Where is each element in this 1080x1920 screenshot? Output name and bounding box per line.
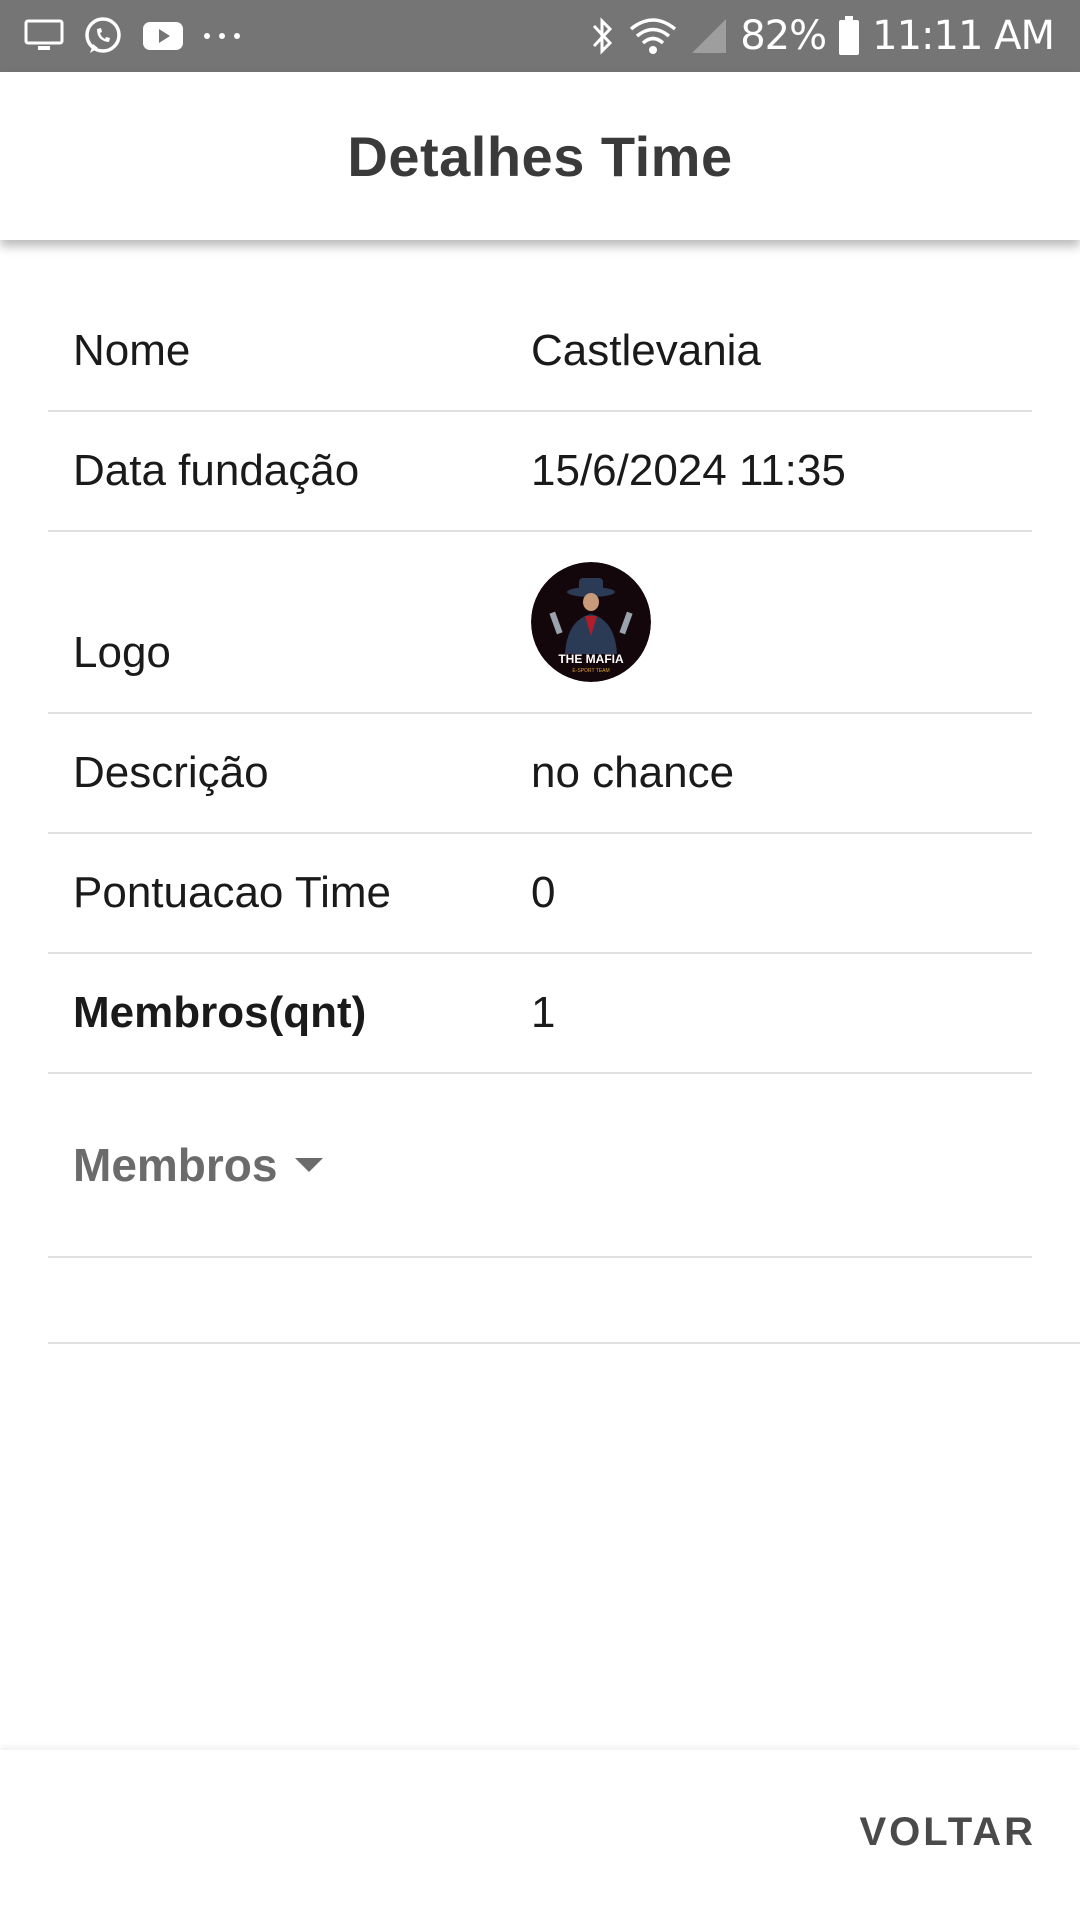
nome-label: Nome [73, 326, 191, 375]
pontuacao-label: Pontuacao Time [73, 868, 391, 917]
youtube-icon [142, 20, 184, 52]
page-title: Detalhes Time [347, 124, 733, 188]
more-dots-icon [202, 31, 242, 41]
wifi-icon [628, 15, 678, 57]
status-bar-left [24, 15, 260, 57]
back-button[interactable]: VOLTAR [860, 1810, 1037, 1855]
caret-down-icon [295, 1158, 324, 1172]
footer: VOLTAR [0, 1750, 1080, 1920]
signal-icon [690, 17, 728, 55]
detail-row-nome: Nome Castlevania [48, 292, 1032, 412]
membros-qnt-value: 1 [531, 988, 556, 1037]
pontuacao-value: 0 [531, 868, 556, 917]
detail-row-data-fundacao: Data fundação 15/6/2024 11:35 [48, 412, 1032, 532]
bluetooth-icon [590, 15, 616, 57]
status-bar-right: 82% 11:11 AM [578, 13, 1055, 59]
membros-label: Membros [73, 1139, 278, 1191]
membros-dropdown-toggle[interactable]: Membros [73, 1138, 324, 1192]
data-fundacao-value: 15/6/2024 11:35 [531, 446, 846, 495]
status-bar: 82% 11:11 AM [0, 0, 1080, 72]
membros-list-empty [48, 1264, 1080, 1344]
whatsapp-icon [82, 15, 124, 57]
membros-section: Membros [48, 1074, 1032, 1258]
logo-text: THE MAFIA [558, 652, 624, 666]
detail-row-membros-qnt: Membros(qnt) 1 [48, 954, 1032, 1074]
descricao-label: Descrição [73, 748, 269, 797]
logo-label: Logo [73, 628, 171, 677]
detail-row-pontuacao: Pontuacao Time 0 [48, 834, 1032, 954]
detail-row-logo: Logo THE MAFIA E-SPORT TEAM [48, 532, 1032, 714]
status-time: 11:11 AM [872, 13, 1055, 59]
descricao-value: no chance [531, 748, 735, 797]
nome-value: Castlevania [531, 326, 761, 375]
membros-qnt-label: Membros(qnt) [73, 988, 367, 1037]
team-details-table: Nome Castlevania Data fundação 15/6/2024… [48, 292, 1032, 1258]
screen-cast-icon [24, 19, 64, 53]
detail-row-descricao: Descrição no chance [48, 714, 1032, 834]
logo-value: THE MAFIA E-SPORT TEAM [531, 532, 651, 712]
battery-percent: 82% [740, 13, 827, 59]
app-bar: Detalhes Time [0, 72, 1080, 240]
logo-subtext: E-SPORT TEAM [572, 668, 609, 674]
data-fundacao-label: Data fundação [73, 446, 360, 495]
team-logo: THE MAFIA E-SPORT TEAM [531, 562, 651, 682]
battery-icon [838, 16, 860, 56]
